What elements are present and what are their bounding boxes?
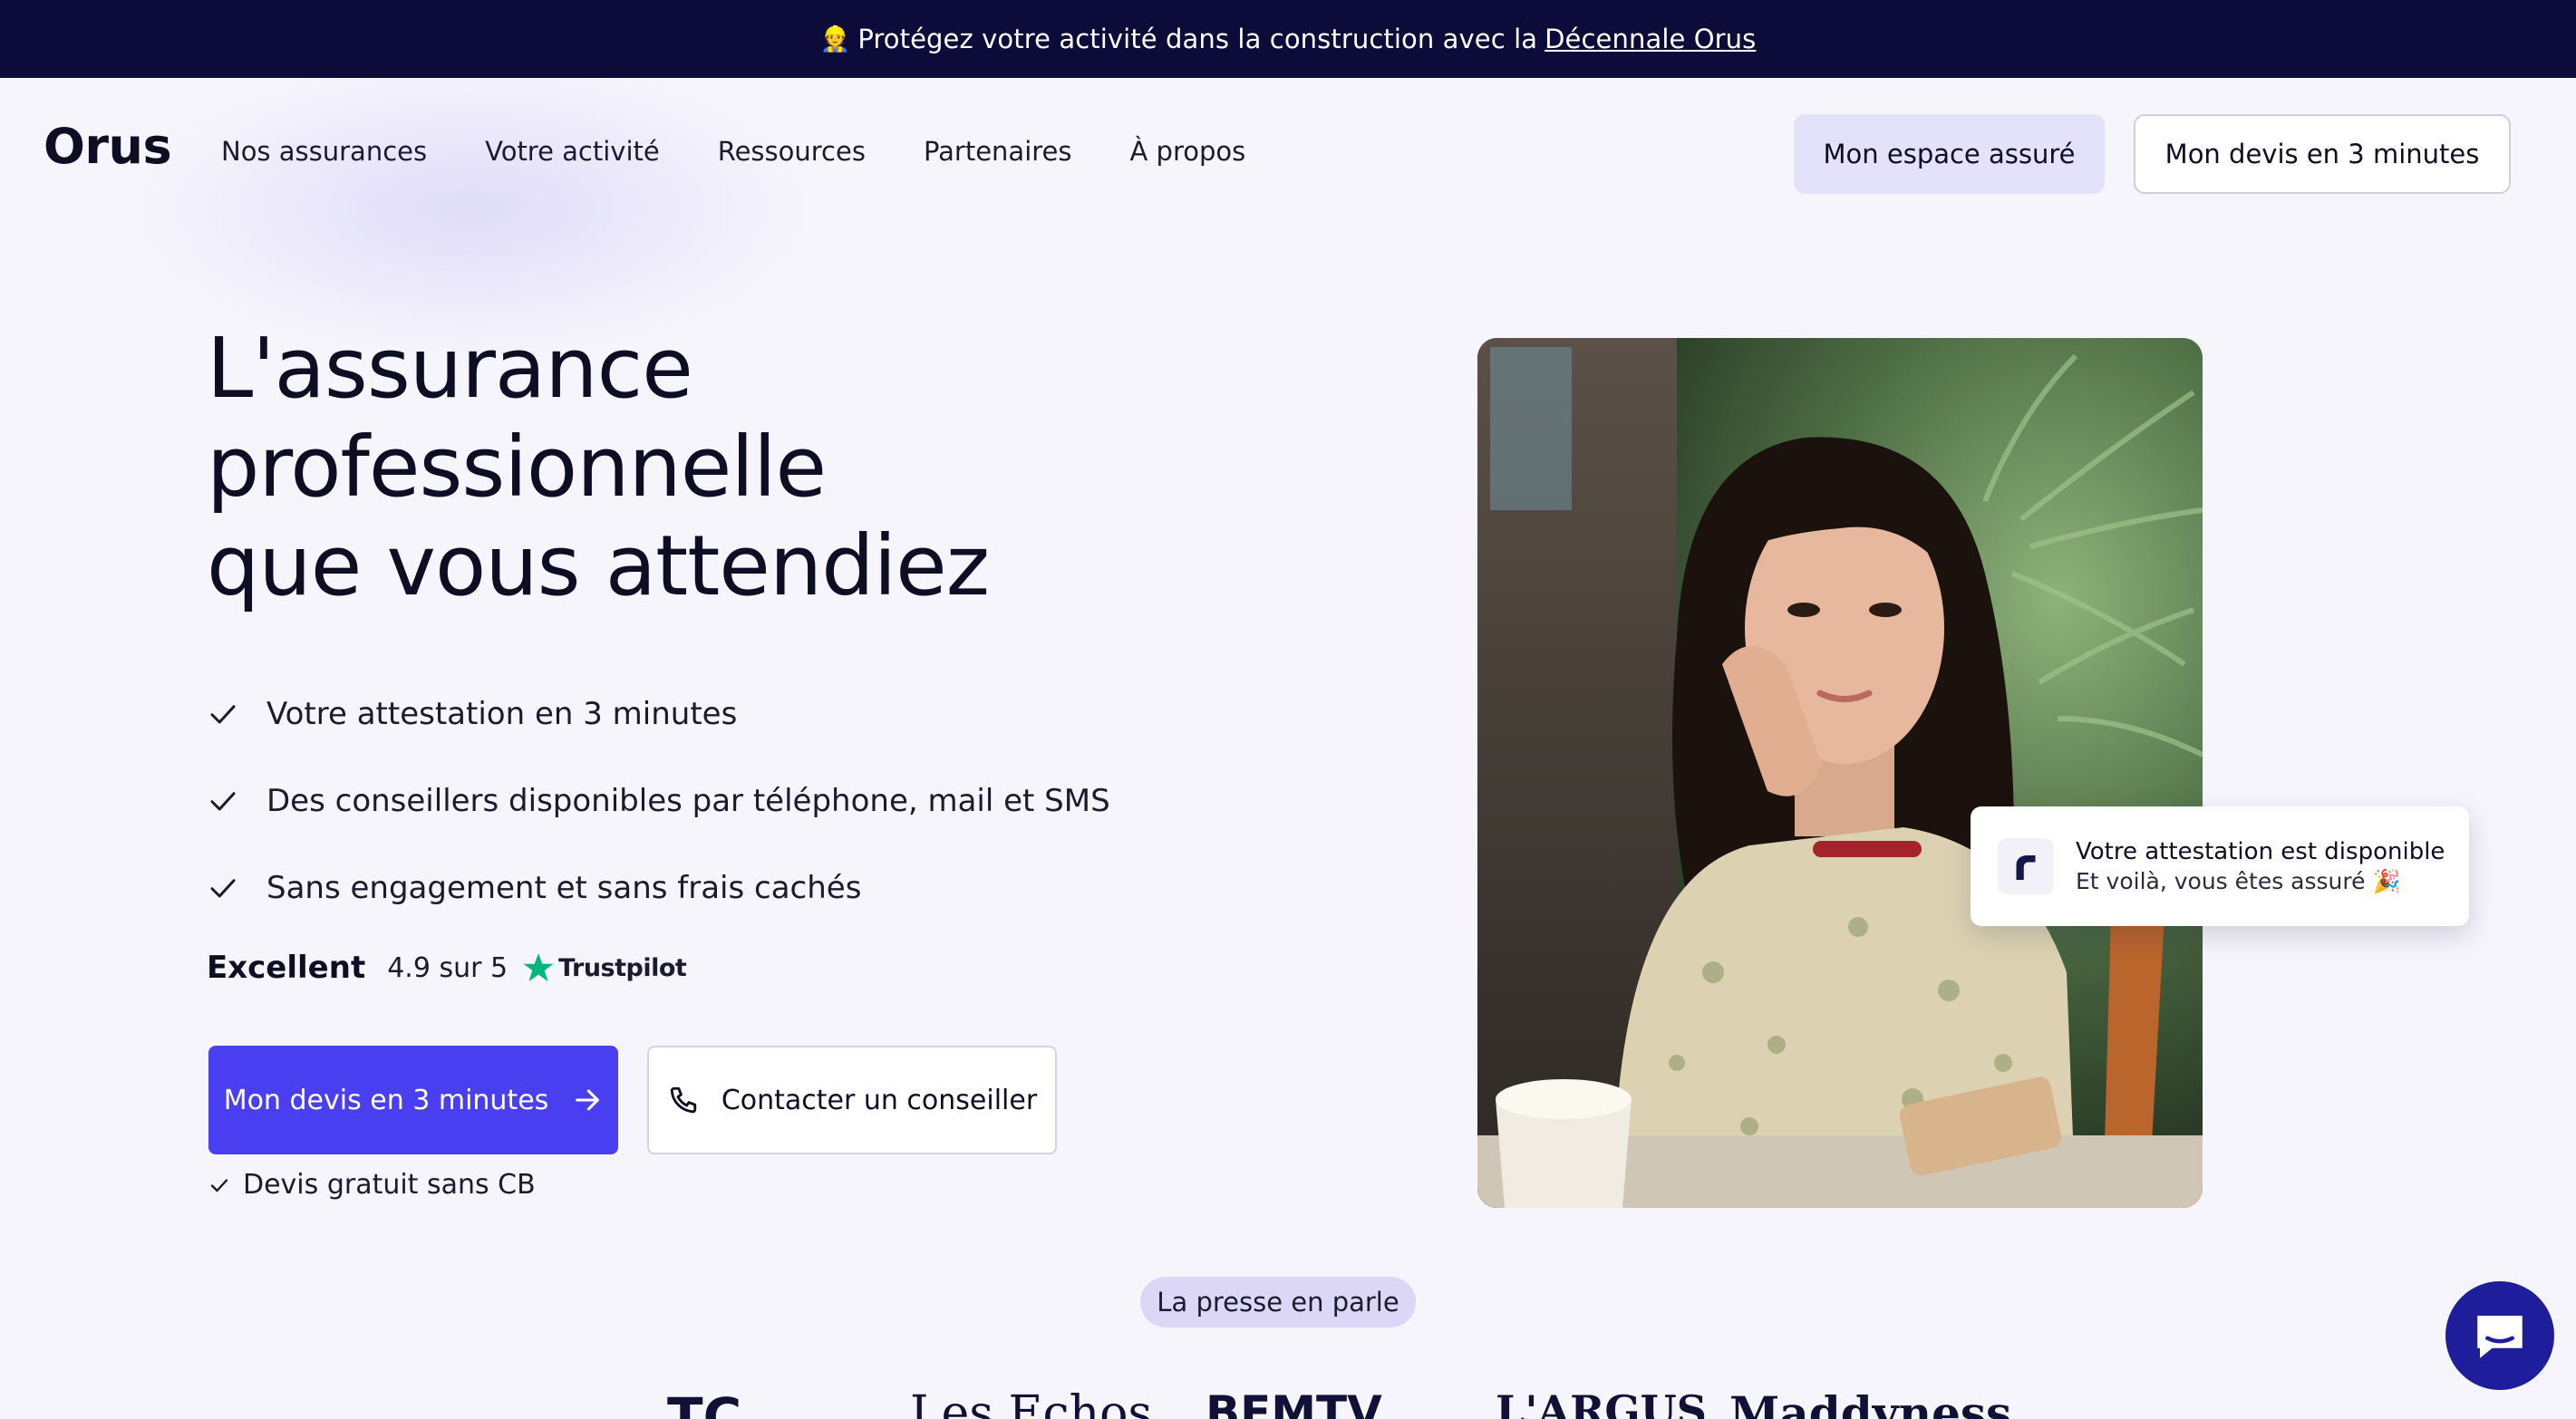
notification-title: Votre attestation est disponible	[2076, 838, 2445, 865]
trustpilot-rating[interactable]: Excellent 4.9 sur 5 Trustpilot	[207, 950, 687, 986]
nav-item-ressources[interactable]: Ressources	[718, 136, 866, 167]
banner-text: Protégez votre activité dans la construc…	[857, 24, 1538, 54]
press-logo-tc[interactable]: TC	[667, 1386, 741, 1419]
nav-item-activite[interactable]: Votre activité	[485, 136, 660, 167]
decennale-link[interactable]: Décennale Orus	[1545, 24, 1756, 54]
check-icon	[210, 792, 236, 811]
press-logo-maddyness[interactable]: Maddyness	[1729, 1386, 2011, 1419]
chat-bubble-icon	[2477, 1316, 2523, 1358]
chat-widget-button[interactable]	[2445, 1281, 2554, 1390]
main-navigation: Orus Nos assurances Votre activité Resso…	[0, 78, 2576, 228]
benefits-list: Votre attestation en 3 minutes Des conse…	[207, 671, 1110, 932]
rating-label: Excellent	[207, 950, 366, 986]
trustpilot-logo: Trustpilot	[558, 953, 687, 982]
nav-item-assurances[interactable]: Nos assurances	[221, 136, 427, 167]
construction-worker-icon: 👷	[819, 25, 851, 53]
check-icon	[210, 879, 236, 898]
hero-title-line: professionnelle	[207, 419, 827, 516]
hero-title-line: que vous attendiez	[207, 517, 990, 614]
benefit-text: Des conseillers disponibles par téléphon…	[266, 783, 1110, 819]
rating-score: 4.9 sur 5	[387, 951, 508, 984]
benefit-text: Sans engagement et sans frais cachés	[266, 870, 862, 906]
press-logo-argus[interactable]: L'ARGUS	[1496, 1386, 1707, 1419]
press-logo-les-echos[interactable]: Les Echos	[910, 1386, 1152, 1419]
nav-item-partenaires[interactable]: Partenaires	[924, 136, 1072, 167]
benefit-item: Des conseillers disponibles par téléphon…	[207, 758, 1110, 845]
attestation-notification: Votre attestation est disponible Et voil…	[1971, 806, 2469, 926]
arrow-right-icon	[576, 1089, 600, 1111]
free-quote-note: Devis gratuit sans CB	[208, 1169, 536, 1201]
hero-photo	[1477, 338, 2203, 1208]
nav-item-a-propos[interactable]: À propos	[1130, 136, 1246, 167]
trustpilot-star-icon	[523, 953, 554, 981]
contact-advisor-label: Contacter un conseiller	[721, 1084, 1038, 1116]
check-icon	[210, 705, 236, 724]
phone-icon	[670, 1086, 696, 1114]
press-logo-bfmtv[interactable]: BFMTV	[1206, 1386, 1382, 1419]
hero-title-line: L'assurance	[207, 320, 693, 417]
orus-logo[interactable]: Orus	[44, 118, 172, 175]
devis-cta-label: Mon devis en 3 minutes	[223, 1084, 549, 1116]
notification-subtitle: Et voilà, vous êtes assuré 🎉	[2076, 868, 2401, 894]
devis-cta-button[interactable]: Mon devis en 3 minutes	[208, 1046, 618, 1154]
check-icon	[210, 1178, 228, 1192]
orus-mark-icon	[1998, 838, 2054, 894]
press-logos: TC Les Echos BFMTV L'ARGUS Maddyness	[0, 1386, 2576, 1419]
announcement-banner: 👷 Protégez votre activité dans la constr…	[0, 0, 2576, 78]
press-label: La presse en parle	[1140, 1277, 1416, 1327]
benefit-item: Sans engagement et sans frais cachés	[207, 845, 1110, 932]
hero-title: L'assurance professionnelle que vous att…	[207, 319, 1204, 615]
benefit-item: Votre attestation en 3 minutes	[207, 671, 1110, 758]
free-quote-text: Devis gratuit sans CB	[243, 1169, 536, 1201]
woman-with-phone-illustration	[1477, 338, 2203, 1208]
devis-header-button[interactable]: Mon devis en 3 minutes	[2134, 114, 2511, 194]
contact-advisor-button[interactable]: Contacter un conseiller	[647, 1046, 1057, 1154]
espace-assure-button[interactable]: Mon espace assuré	[1794, 114, 2105, 194]
benefit-text: Votre attestation en 3 minutes	[266, 696, 738, 732]
nav-menu: Nos assurances Votre activité Ressources…	[221, 136, 1245, 167]
